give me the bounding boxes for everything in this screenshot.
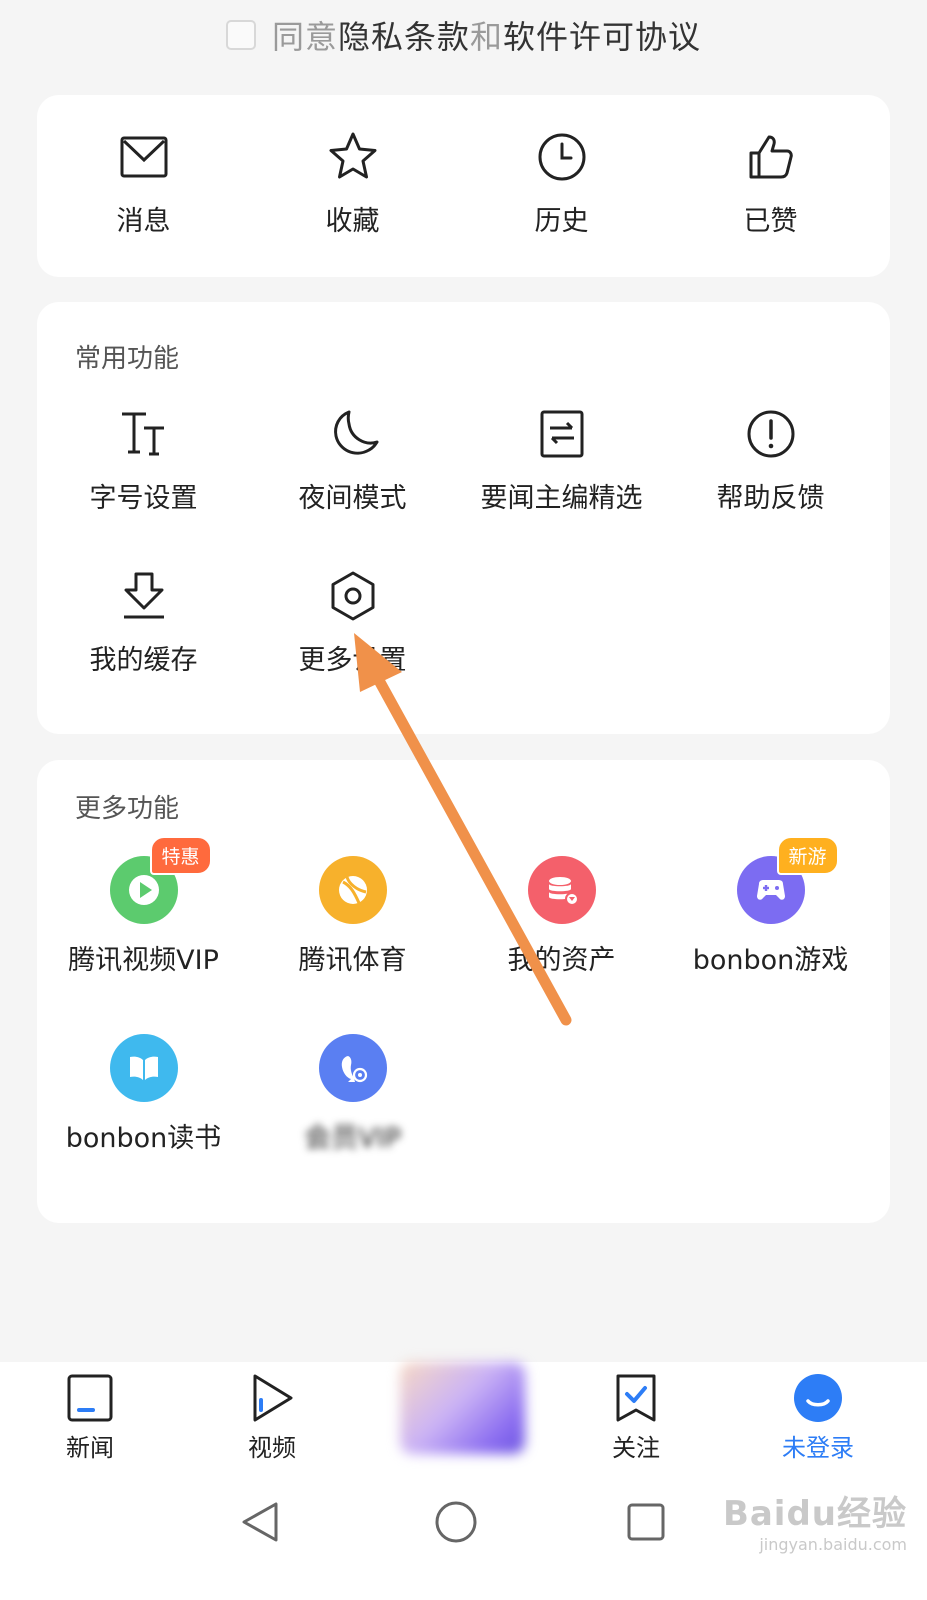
nav-label: 关注 <box>612 1434 660 1462</box>
privacy-link[interactable]: 隐私条款 <box>338 18 470 56</box>
func-help-feedback[interactable]: 帮助反馈 <box>664 406 877 515</box>
mail-icon <box>116 129 172 185</box>
func-font-size[interactable]: 字号设置 <box>37 406 250 515</box>
avatar-icon <box>794 1374 842 1422</box>
nav-video[interactable]: 视频 <box>212 1372 332 1463</box>
func-editor-picks[interactable]: 要闻主编精选 <box>455 406 668 515</box>
agreement-row: 同意隐私条款和软件许可协议 <box>0 10 927 60</box>
bonbon-games-logo: 新游 <box>736 836 839 924</box>
func-label: 帮助反馈 <box>716 483 825 514</box>
editor-picks-icon <box>534 406 590 462</box>
thumbs-up-icon <box>743 129 799 185</box>
func-label: 腾讯体育 <box>298 945 407 976</box>
func-label-blurred: 会员VIP <box>304 1123 401 1154</box>
func-label: 我的资产 <box>507 945 616 976</box>
home-icon[interactable] <box>432 1498 480 1546</box>
back-icon[interactable] <box>238 1498 282 1546</box>
func-label: bonbon游戏 <box>692 945 849 976</box>
license-link[interactable]: 软件许可协议 <box>503 18 701 56</box>
news-icon <box>67 1374 113 1422</box>
star-icon <box>325 129 381 185</box>
func-more-settings[interactable]: 更多设置 <box>246 568 459 677</box>
nav-label: 新闻 <box>66 1434 114 1462</box>
agreement-text: 同意隐私条款和软件许可协议 <box>272 12 701 58</box>
quick-action-label: 收藏 <box>325 206 380 237</box>
member-vip-logo <box>318 1034 387 1102</box>
help-icon <box>743 406 799 462</box>
font-size-icon <box>116 406 172 462</box>
func-night-mode[interactable]: 夜间模式 <box>246 406 459 515</box>
ball-icon <box>338 876 367 904</box>
watermark-sub: jingyan.baidu.com <box>759 1535 907 1554</box>
nav-login[interactable]: 未登录 <box>758 1372 878 1463</box>
watermark-main: Baidu经验 <box>722 1494 907 1534</box>
database-icon <box>548 877 579 906</box>
agreement-and: 和 <box>470 18 504 56</box>
nav-follow[interactable]: 关注 <box>576 1372 696 1463</box>
func-label: 夜间模式 <box>298 483 407 514</box>
download-icon <box>116 568 172 624</box>
nav-label: 未登录 <box>782 1434 854 1462</box>
func-label: 要闻主编精选 <box>480 483 643 514</box>
nav-news[interactable]: 新闻 <box>30 1372 150 1463</box>
tencent-sports-logo <box>318 856 387 924</box>
func-label: 更多设置 <box>298 645 407 676</box>
my-assets-logo <box>527 856 596 924</box>
quick-action-favorites[interactable]: 收藏 <box>246 129 459 238</box>
gamepad-icon <box>756 880 785 900</box>
book-icon <box>129 1056 158 1080</box>
recents-icon[interactable] <box>624 1498 668 1546</box>
common-functions-card: 常用功能 字号设置 夜间模式 要闻主编精选 帮助反馈 我的缓存 更多设置 <box>37 302 890 734</box>
settings-hex-icon <box>325 568 381 624</box>
clock-icon <box>534 129 590 185</box>
func-tencent-sports[interactable]: 腾讯体育 <box>246 856 459 977</box>
func-tencent-video-vip[interactable]: 特惠 腾讯视频VIP <box>37 836 250 977</box>
quick-action-liked[interactable]: 已赞 <box>664 129 877 238</box>
baidu-watermark: Baidu经验 jingyan.baidu.com <box>723 1486 907 1554</box>
video-icon <box>253 1374 293 1422</box>
bookmark-icon <box>616 1374 656 1422</box>
func-member-vip[interactable]: 会员VIP <box>246 1034 459 1155</box>
more-functions-card: 更多功能 特惠 腾讯视频VIP 腾讯体育 我的资产 新游 bonbon游戏 bo… <box>37 760 890 1223</box>
agreement-prefix: 同意 <box>271 18 338 56</box>
section-title: 常用功能 <box>75 344 180 374</box>
func-my-assets[interactable]: 我的资产 <box>455 856 668 977</box>
quick-action-messages[interactable]: 消息 <box>37 129 250 238</box>
func-bonbon-games[interactable]: 新游 bonbon游戏 <box>664 836 877 977</box>
func-label: bonbon读书 <box>65 1123 222 1154</box>
func-bonbon-reading[interactable]: bonbon读书 <box>37 1034 250 1155</box>
quick-action-history[interactable]: 历史 <box>455 129 668 238</box>
penguin-icon <box>341 1056 367 1083</box>
bonbon-reading-logo <box>109 1034 178 1102</box>
quick-actions-card: 消息 收藏 历史 已赞 <box>37 95 890 277</box>
func-my-cache[interactable]: 我的缓存 <box>37 568 250 677</box>
quick-action-label: 消息 <box>116 206 171 237</box>
play-icon <box>128 875 159 905</box>
promo-banner[interactable] <box>400 1362 525 1454</box>
agreement-checkbox[interactable] <box>225 20 256 50</box>
func-label: 字号设置 <box>89 483 198 514</box>
section-title: 更多功能 <box>75 794 180 824</box>
tencent-video-logo: 特惠 <box>109 836 212 924</box>
quick-action-label: 历史 <box>534 206 589 237</box>
new-game-badge: 新游 <box>776 836 839 875</box>
func-label: 我的缓存 <box>89 645 198 676</box>
quick-action-label: 已赞 <box>743 206 798 237</box>
moon-icon <box>325 406 381 462</box>
nav-label: 视频 <box>248 1434 296 1462</box>
promo-badge: 特惠 <box>149 836 212 875</box>
bottom-nav: 新闻 视频 关注 未登录 <box>0 1362 927 1470</box>
func-label: 腾讯视频VIP <box>68 945 219 976</box>
